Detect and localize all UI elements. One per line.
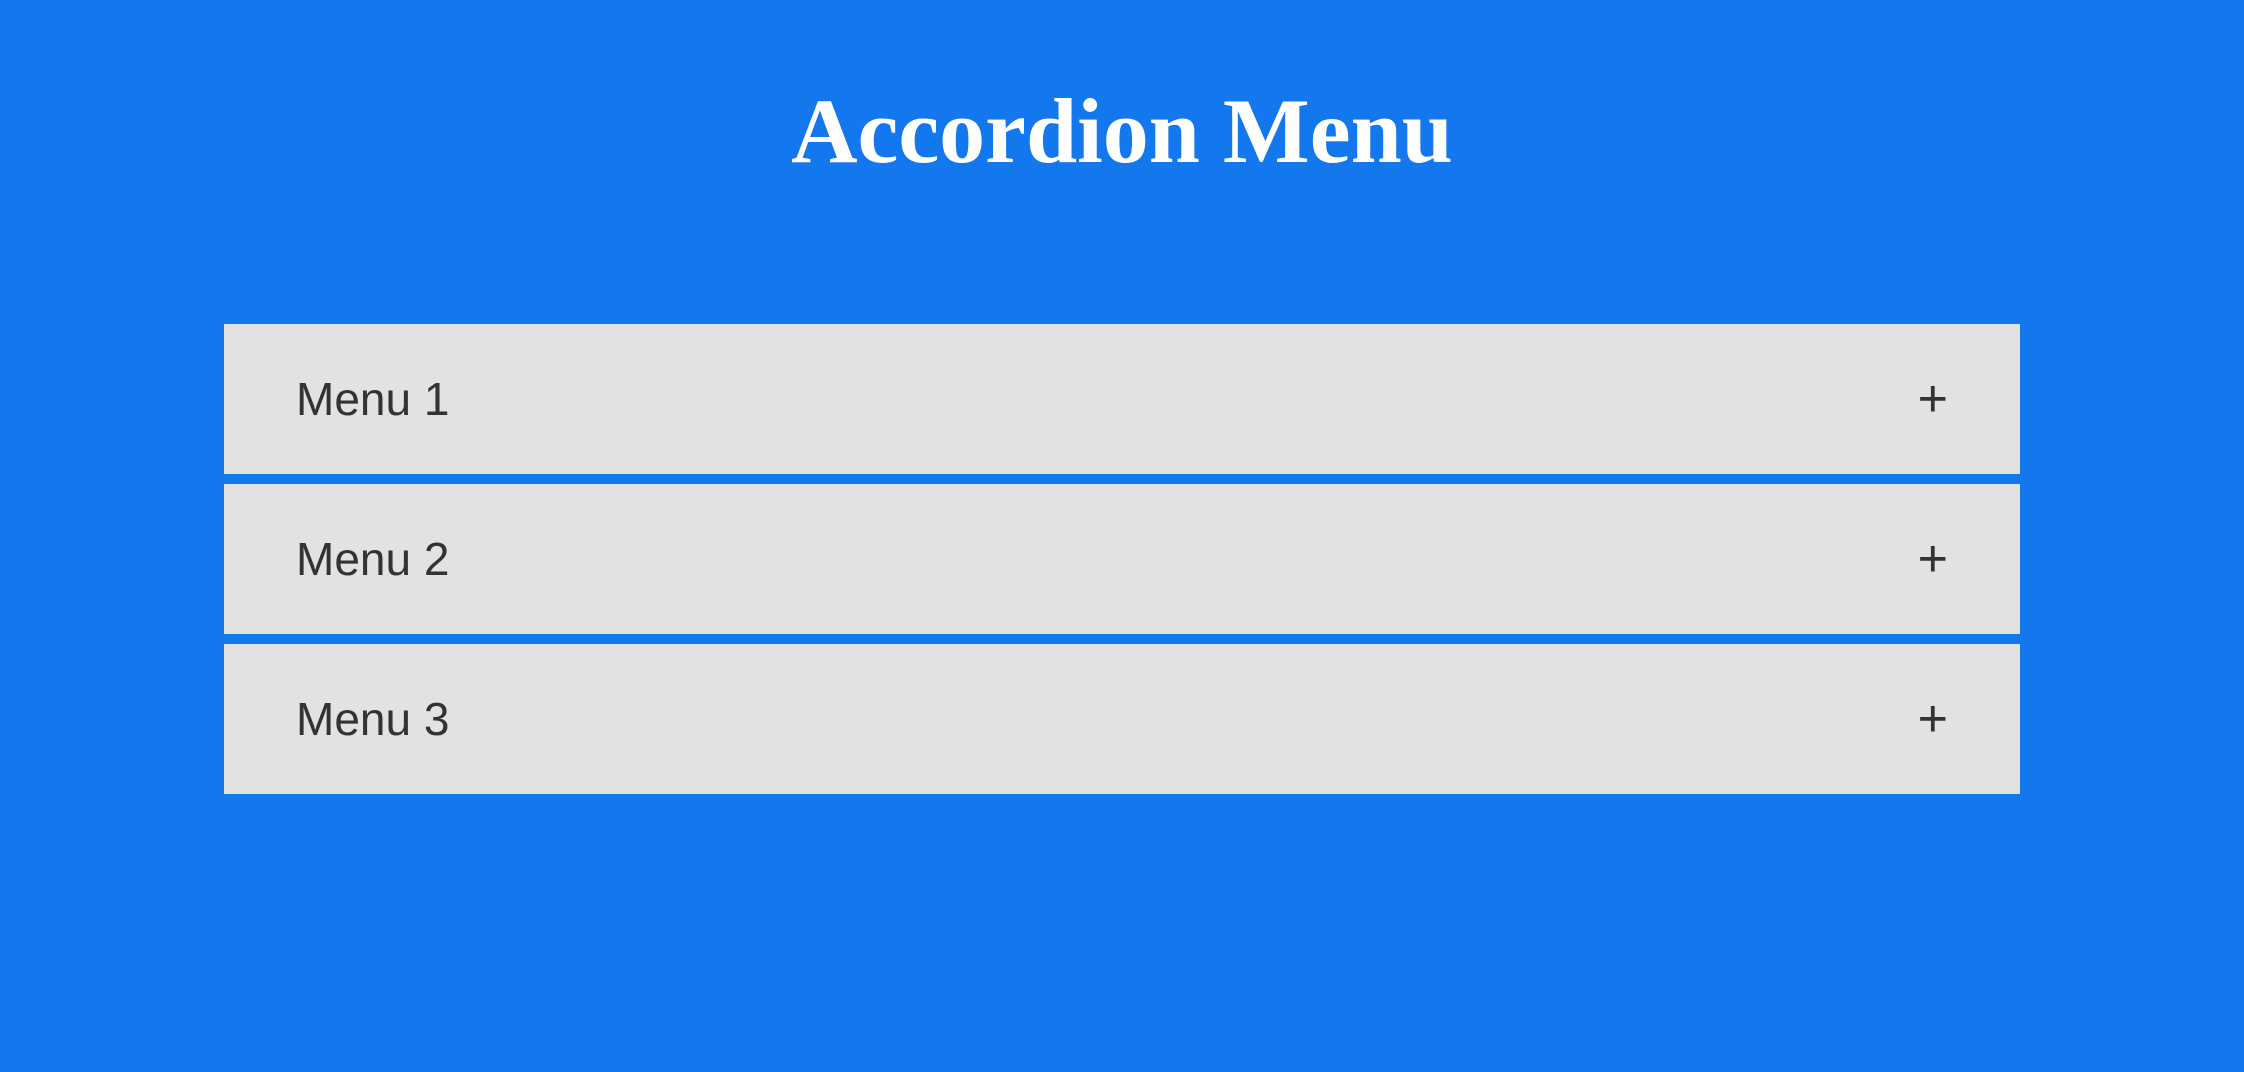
accordion-item-menu-1[interactable]: Menu 1 + <box>224 324 2020 474</box>
accordion-label: Menu 1 <box>296 372 449 426</box>
page-title: Accordion Menu <box>791 78 1453 184</box>
page-container: Accordion Menu Menu 1 + Menu 2 + Menu 3 … <box>0 0 2244 1072</box>
accordion-item-menu-3[interactable]: Menu 3 + <box>224 644 2020 794</box>
accordion-label: Menu 2 <box>296 532 449 586</box>
accordion-menu: Menu 1 + Menu 2 + Menu 3 + <box>224 324 2020 794</box>
plus-icon: + <box>1918 533 1948 585</box>
accordion-label: Menu 3 <box>296 692 449 746</box>
accordion-item-menu-2[interactable]: Menu 2 + <box>224 484 2020 634</box>
plus-icon: + <box>1918 693 1948 745</box>
plus-icon: + <box>1918 373 1948 425</box>
